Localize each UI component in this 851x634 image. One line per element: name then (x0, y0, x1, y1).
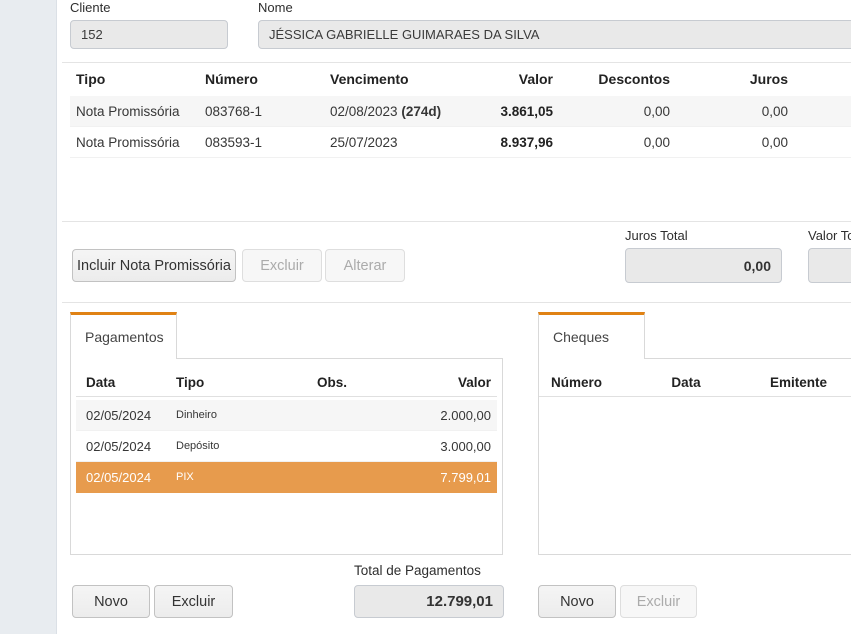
notes-table-row[interactable]: Nota Promissória083593-125/07/20238.937,… (70, 127, 851, 158)
client-notes-window: Cliente 152 Nome JÉSSICA GABRIELLE GUIMA… (0, 0, 851, 634)
client-label: Cliente (70, 0, 110, 15)
cell-tipo: Depósito (176, 440, 274, 452)
col-data: Data (86, 375, 176, 390)
juros-total-field[interactable]: 0,00 (625, 248, 782, 283)
days-overdue-badge: (274d) (401, 104, 441, 119)
cell-tipo: Nota Promissória (76, 104, 205, 119)
cell-juros: 0,00 (670, 104, 788, 119)
col-numero: Número (551, 375, 641, 390)
valor-total-field[interactable] (808, 248, 851, 283)
client-code-value: 152 (81, 27, 103, 42)
cell-valor: 7.799,01 (390, 470, 491, 485)
cell-descontos: 0,00 (553, 135, 670, 150)
notes-table-body: Nota Promissória083768-102/08/2023 (274d… (70, 96, 851, 158)
cell-tipo: Dinheiro (176, 409, 274, 421)
excluir-cheque-button[interactable]: Excluir (620, 585, 697, 618)
cell-valor: 3.000,00 (390, 439, 491, 454)
cheques-panel: Número Data Emitente (538, 358, 851, 555)
cell-data: 02/05/2024 (86, 408, 176, 423)
client-name-field[interactable]: JÉSSICA GABRIELLE GUIMARAES DA SILVA (258, 20, 851, 49)
cell-tipo: PIX (176, 471, 274, 483)
tab-pagamentos-label: Pagamentos (85, 329, 164, 345)
tab-pagamentos[interactable]: Pagamentos (70, 312, 177, 359)
col-descontos: Descontos (553, 71, 670, 87)
cell-numero: 083768-1 (205, 104, 330, 119)
tab-cheques[interactable]: Cheques (538, 312, 645, 359)
separator (62, 302, 851, 303)
cell-juros: 0,00 (670, 135, 788, 150)
payments-panel: Data Tipo Obs. Valor 02/05/2024Dinheiro2… (70, 358, 503, 555)
cell-valor: 3.861,05 (460, 104, 553, 119)
col-valor: Valor (390, 375, 491, 390)
excluir-pagamento-button[interactable]: Excluir (154, 585, 233, 618)
alterar-nota-button[interactable]: Alterar (325, 249, 405, 282)
notes-table-header: Tipo Número Vencimento Valor Descontos J… (70, 63, 851, 95)
total-pagamentos-field[interactable]: 12.799,01 (354, 585, 504, 618)
juros-total-label: Juros Total (625, 228, 688, 243)
client-name-value: JÉSSICA GABRIELLE GUIMARAES DA SILVA (269, 27, 539, 42)
col-vencimento: Vencimento (330, 71, 460, 87)
juros-total-value: 0,00 (744, 258, 771, 274)
col-data: Data (641, 375, 731, 390)
excluir-nota-button[interactable]: Excluir (242, 249, 322, 282)
novo-pagamento-button[interactable]: Novo (72, 585, 150, 618)
payment-row[interactable]: 02/05/2024Dinheiro 2.000,00 (76, 400, 497, 431)
tab-cheques-label: Cheques (553, 329, 609, 345)
name-label: Nome (258, 0, 293, 15)
col-valor: Valor (460, 71, 553, 87)
payments-table-body: 02/05/2024Dinheiro2.000,0002/05/2024Depó… (76, 400, 497, 493)
col-juros: Juros (670, 71, 788, 87)
cheques-table-header: Número Data Emitente (539, 369, 851, 397)
payments-table-header: Data Tipo Obs. Valor (76, 369, 497, 397)
incluir-nota-button[interactable]: Incluir Nota Promissória (72, 249, 236, 282)
novo-cheque-button[interactable]: Novo (538, 585, 616, 618)
col-tipo: Tipo (176, 375, 274, 390)
cell-vencimento: 02/08/2023 (274d) (330, 104, 460, 119)
col-obs: Obs. (274, 375, 390, 390)
left-sidebar-strip (0, 0, 57, 634)
cell-valor: 8.937,96 (460, 135, 553, 150)
cell-valor: 2.000,00 (390, 408, 491, 423)
valor-total-label: Valor Total (808, 228, 851, 243)
cell-data: 02/05/2024 (86, 470, 176, 485)
payment-row[interactable]: 02/05/2024Depósito 3.000,00 (76, 431, 497, 462)
cell-data: 02/05/2024 (86, 439, 176, 454)
total-pagamentos-label: Total de Pagamentos (354, 563, 481, 578)
total-pagamentos-value: 12.799,01 (426, 593, 493, 610)
col-emitente: Emitente (731, 375, 851, 390)
col-numero: Número (205, 71, 330, 87)
notes-table-row[interactable]: Nota Promissória083768-102/08/2023 (274d… (70, 96, 851, 127)
payment-row[interactable]: 02/05/2024PIX 7.799,01 (76, 462, 497, 493)
cell-vencimento: 25/07/2023 (330, 135, 460, 150)
cell-numero: 083593-1 (205, 135, 330, 150)
client-code-field[interactable]: 152 (70, 20, 228, 49)
separator (62, 221, 851, 222)
col-tipo: Tipo (76, 71, 205, 87)
cell-tipo: Nota Promissória (76, 135, 205, 150)
cell-descontos: 0,00 (553, 104, 670, 119)
